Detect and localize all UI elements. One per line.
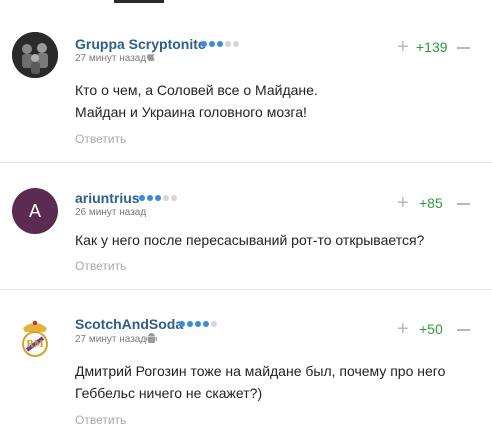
reply-button[interactable]: Ответить [75,132,126,146]
level-dot [155,195,161,201]
comment-divider [0,289,492,290]
active-tab-indicator [114,0,164,3]
downvote-button[interactable] [457,329,470,331]
reply-button[interactable]: Ответить [75,413,126,427]
level-dot [147,195,153,201]
level-dot [163,195,169,201]
downvote-button[interactable] [457,47,470,49]
apple-icon [146,51,156,66]
user-avatar[interactable]: A [12,188,58,234]
user-level-dots [179,321,217,327]
level-dot [211,321,217,327]
football-club-crest-icon: RM [22,320,48,357]
username-link[interactable]: ScotchAndSoda [75,316,183,332]
upvote-button[interactable]: + [397,193,409,213]
level-dot [233,41,239,47]
level-dot [225,41,231,47]
comment-text-line: Майдан и Украина головного мозга! [75,104,307,120]
level-dot [217,41,223,47]
comment-divider [0,162,492,163]
level-dot [139,195,145,201]
comment-text: Дмитрий Рогозин тоже на майдане был, поч… [75,360,445,404]
comment-text: Кто о чем, а Соловей все о Майдане. Майд… [75,79,318,123]
comment-timestamp: 27 минут назад [75,334,147,345]
comment-text-line: Дмитрий Рогозин тоже на майдане был, поч… [75,363,446,379]
user-avatar[interactable]: RM [12,314,58,360]
comment-text-line: Кто о чем, а Соловей все о Майдане. [75,82,318,98]
level-dot [195,321,201,327]
vote-score: +139 [416,39,448,55]
user-level-dots [139,195,177,201]
svg-text:RM: RM [26,340,43,350]
avatar-letter: A [28,200,41,221]
avatar-photo-icon [12,32,58,78]
level-dot [171,195,177,201]
username-link[interactable]: Gruppa Scryptonite [75,36,206,52]
comment-text-line: Геббельс ничего не скажет?) [75,385,263,401]
comment-text: Как у него после пересасываний рот-то от… [75,229,424,251]
comment-timestamp: 27 минут назад [75,53,147,64]
level-dot [209,41,215,47]
android-icon [146,332,157,347]
comment-text-line: Как у него после пересасываний рот-то от… [75,232,425,248]
level-dot [179,321,185,327]
upvote-button[interactable]: + [397,319,409,339]
vote-score: +85 [419,195,443,211]
username-link[interactable]: ariuntrius [75,190,140,206]
upvote-button[interactable]: + [397,37,409,57]
level-dot [203,321,209,327]
user-avatar[interactable] [12,32,58,78]
vote-score: +50 [419,321,443,337]
comment-timestamp: 26 минут назад [75,207,147,218]
level-dot [187,321,193,327]
reply-button[interactable]: Ответить [75,259,126,273]
level-dot [201,41,207,47]
downvote-button[interactable] [457,203,470,205]
user-level-dots [201,41,239,47]
